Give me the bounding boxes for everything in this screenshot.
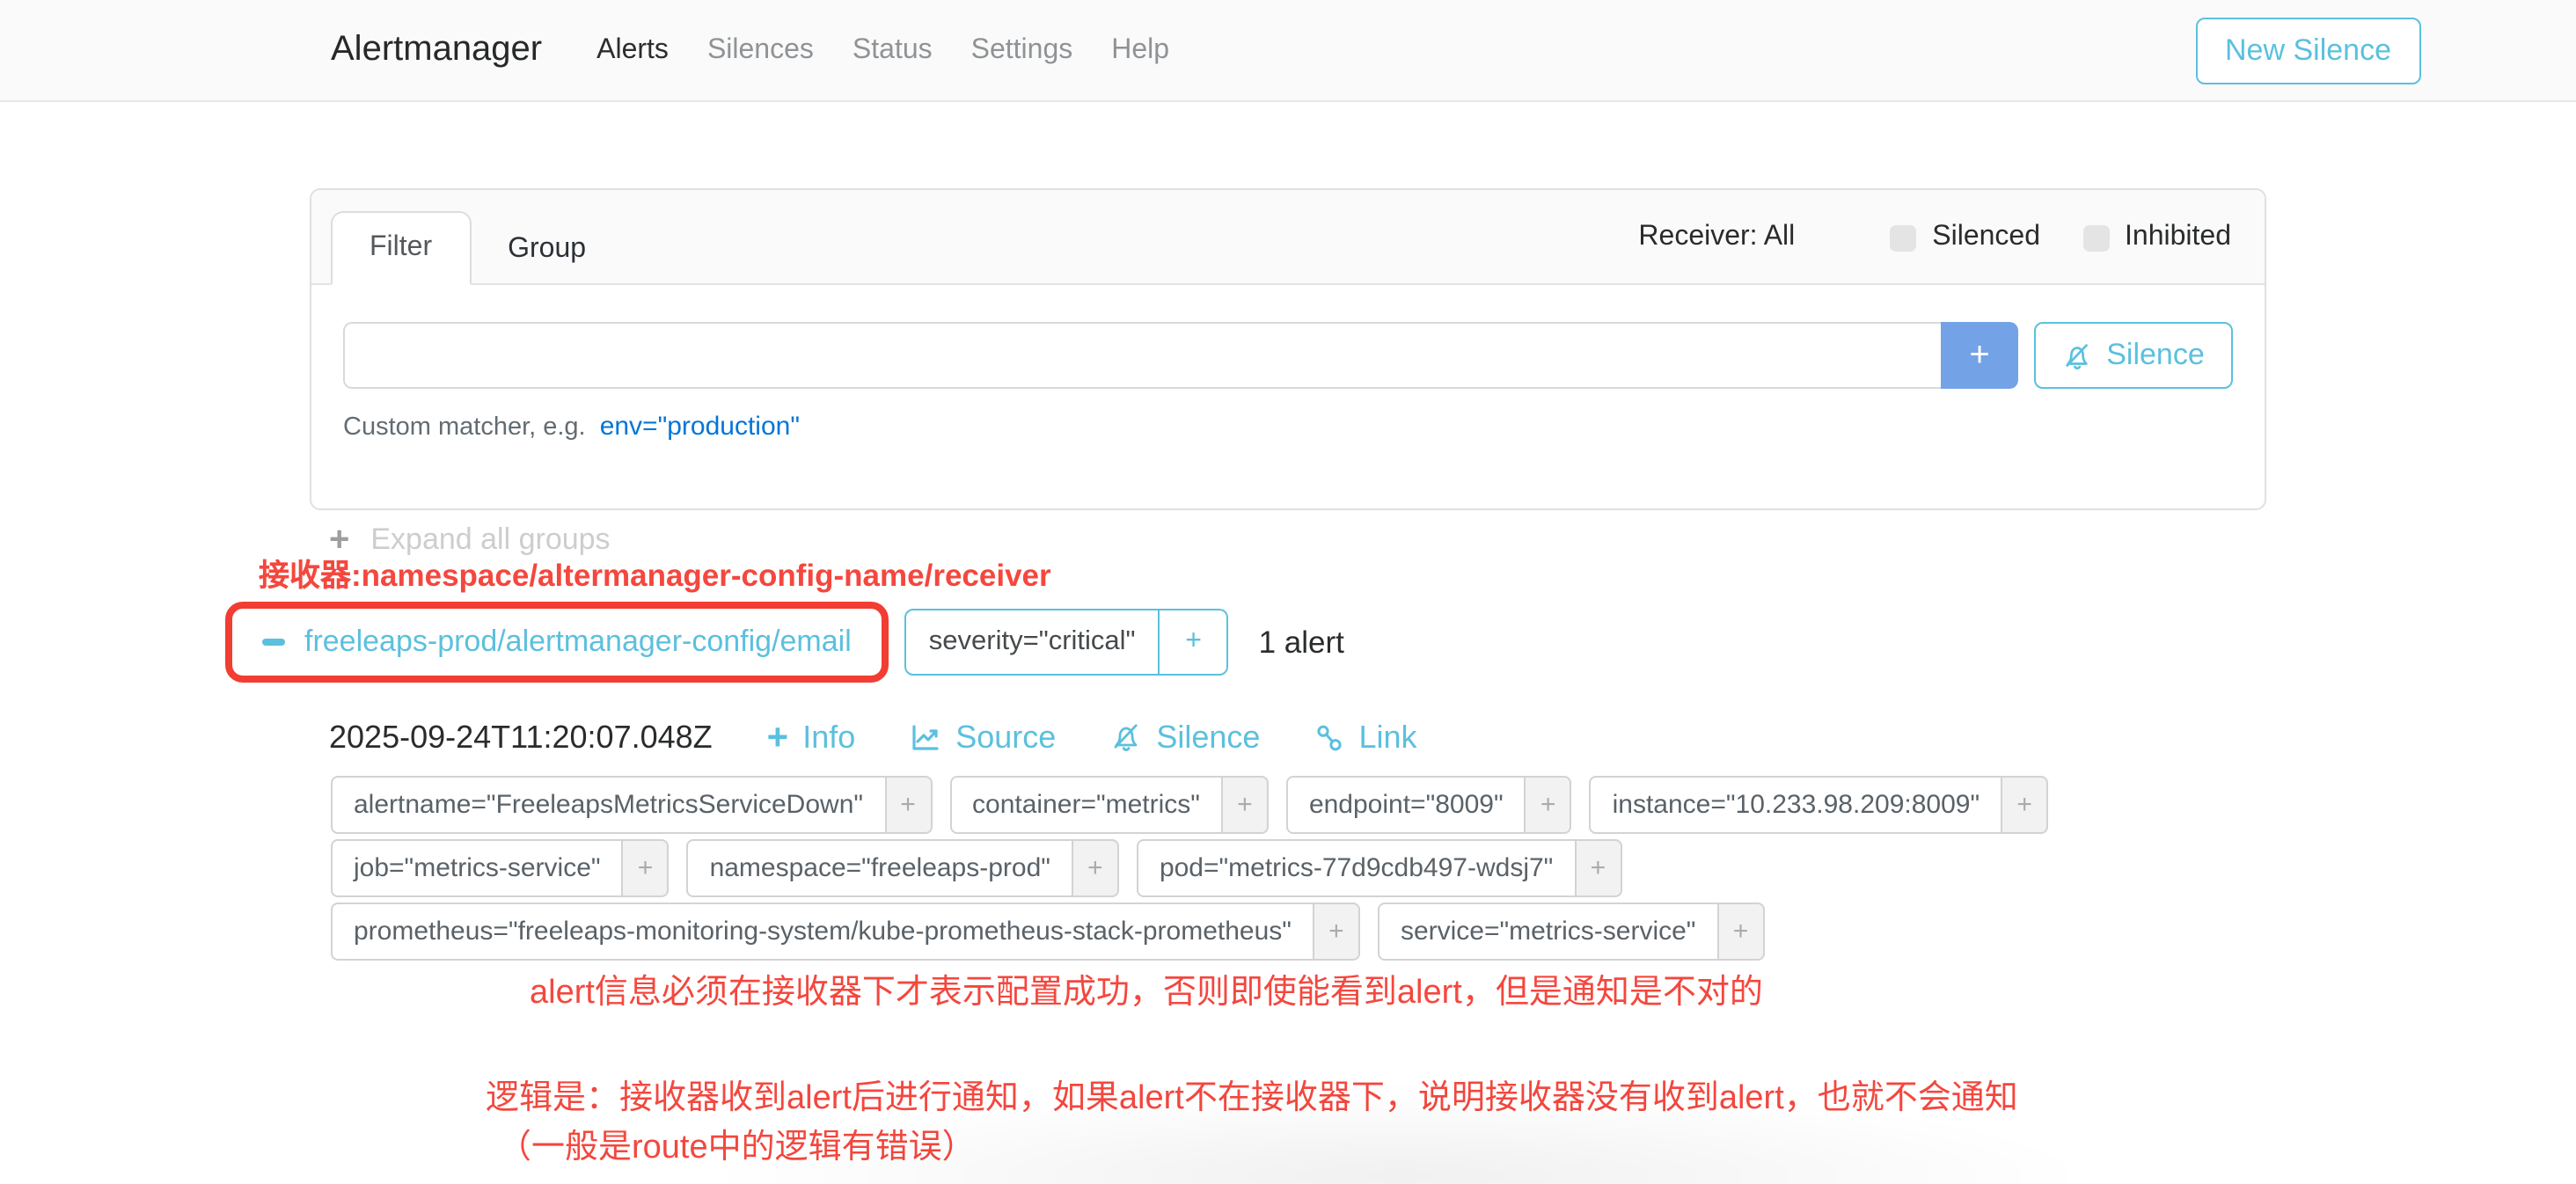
silence-button-label: Silence — [2106, 338, 2205, 373]
alert-group-header: freeleaps-prod/alertmanager-config/email… — [225, 602, 1344, 683]
nav-item-alerts[interactable]: Alerts — [577, 34, 688, 66]
label-button[interactable]: service="metrics-service" — [1378, 903, 1719, 961]
plus-icon: + — [2016, 790, 2032, 820]
new-silence-button[interactable]: New Silence — [2195, 17, 2421, 84]
alert-detail-row: 2025-09-24T11:20:07.048Z + Info Source — [329, 709, 1417, 765]
annotation-logic-note-line2: （一般是route中的逻辑有错误） — [498, 1121, 976, 1168]
tab-group[interactable]: Group — [471, 215, 623, 285]
collapse-minus-icon — [262, 640, 285, 646]
info-link[interactable]: + Info — [767, 719, 856, 756]
filter-options: Receiver: All Silenced Inhibited — [1638, 190, 2231, 285]
label-prometheus: prometheus="freeleaps-monitoring-system/… — [331, 903, 1360, 961]
label-alertname: alertname="FreeleapsMetricsServiceDown" … — [331, 776, 932, 834]
label-add-filter-button[interactable]: + — [1313, 903, 1360, 961]
group-matcher-buttons: severity="critical" + — [904, 609, 1229, 676]
source-link[interactable]: Source — [910, 719, 1056, 756]
navbar: Alertmanager Alerts Silences Status Sett… — [0, 0, 2576, 102]
bell-slash-icon — [2062, 340, 2092, 370]
add-matcher-button[interactable]: + — [1941, 322, 2018, 389]
annotation-receiver-note: 接收器:namespace/altermanager-config-name/r… — [259, 552, 1051, 596]
link-link-label: Link — [1358, 719, 1416, 756]
label-button[interactable]: namespace="freeleaps-prod" — [687, 839, 1073, 897]
silence-link-label: Silence — [1156, 719, 1260, 756]
annotation-logic-note-line1: 逻辑是：接收器收到alert后进行通知，如果alert不在接收器下，说明接收器没… — [486, 1071, 2018, 1119]
plus-icon: + — [1733, 917, 1749, 946]
alert-timestamp: 2025-09-24T11:20:07.048Z — [329, 719, 713, 756]
tab-filter[interactable]: Filter — [331, 211, 471, 285]
chart-line-icon — [910, 721, 941, 753]
matcher-input[interactable] — [343, 322, 1941, 389]
filter-panel-body: + Silence Custom matcher, e.g. env="prod… — [311, 285, 2265, 442]
group-matcher-add-button[interactable]: + — [1160, 609, 1229, 676]
info-link-label: Info — [802, 719, 855, 756]
label-endpoint: endpoint="8009" + — [1286, 776, 1572, 834]
annotation-highlight-box: freeleaps-prod/alertmanager-config/email — [225, 602, 889, 683]
matcher-hint: Custom matcher, e.g. env="production" — [343, 412, 2233, 442]
filter-panel-header: Filter Group Receiver: All Silenced Inhi… — [311, 190, 2265, 285]
checkbox-icon — [1890, 224, 1916, 251]
bell-slash-icon — [1110, 721, 1142, 753]
alert-labels: alertname="FreeleapsMetricsServiceDown" … — [331, 776, 2302, 966]
label-add-filter-button[interactable]: + — [2001, 776, 2048, 834]
plus-icon: + — [1591, 853, 1606, 883]
label-button[interactable]: pod="metrics-77d9cdb497-wdsj7" — [1137, 839, 1576, 897]
receiver-group-name: freeleaps-prod/alertmanager-config/email — [304, 625, 852, 660]
nav-links: Alerts Silences Status Settings Help — [577, 34, 1189, 66]
link-link[interactable]: Link — [1314, 719, 1416, 756]
plus-icon: + — [638, 853, 654, 883]
nav-item-silences[interactable]: Silences — [688, 34, 833, 66]
plus-icon: + — [900, 790, 916, 820]
nav-item-status[interactable]: Status — [833, 34, 952, 66]
brand[interactable]: Alertmanager — [331, 30, 542, 70]
silenced-checkbox[interactable]: Silenced — [1890, 222, 2040, 253]
label-button[interactable]: job="metrics-service" — [331, 839, 624, 897]
label-button[interactable]: prometheus="freeleaps-monitoring-system/… — [331, 903, 1314, 961]
label-button[interactable]: instance="10.233.98.209:8009" — [1590, 776, 2003, 834]
hint-text: Custom matcher, e.g. — [343, 413, 586, 442]
checkbox-icon — [2082, 224, 2109, 251]
group-matcher-button[interactable]: severity="critical" — [904, 609, 1160, 676]
label-button[interactable]: alertname="FreeleapsMetricsServiceDown" — [331, 776, 886, 834]
hint-example-link[interactable]: env="production" — [600, 412, 800, 442]
plus-icon: + — [1969, 335, 1989, 374]
silence-filter-button[interactable]: Silence — [2034, 322, 2233, 389]
plus-icon: + — [1237, 790, 1253, 820]
label-button[interactable]: container="metrics" — [949, 776, 1223, 834]
label-pod: pod="metrics-77d9cdb497-wdsj7" + — [1137, 839, 1621, 897]
label-add-filter-button[interactable]: + — [1072, 839, 1119, 897]
link-icon — [1314, 722, 1344, 752]
receiver-group-link[interactable]: freeleaps-prod/alertmanager-config/email — [262, 625, 852, 660]
label-add-filter-button[interactable]: + — [1525, 776, 1572, 834]
label-add-filter-button[interactable]: + — [884, 776, 932, 834]
silence-link[interactable]: Silence — [1110, 719, 1260, 756]
label-namespace: namespace="freeleaps-prod" + — [687, 839, 1119, 897]
nav-item-settings[interactable]: Settings — [952, 34, 1093, 66]
receiver-filter-label[interactable]: Receiver: All — [1638, 222, 1795, 253]
plus-icon: + — [1185, 626, 1202, 658]
inhibited-checkbox-label: Inhibited — [2125, 222, 2231, 253]
nav-item-help[interactable]: Help — [1092, 34, 1189, 66]
alertmanager-page: Alertmanager Alerts Silences Status Sett… — [0, 0, 2576, 1184]
label-add-filter-button[interactable]: + — [1221, 776, 1269, 834]
label-button[interactable]: endpoint="8009" — [1286, 776, 1526, 834]
silenced-checkbox-label: Silenced — [1932, 222, 2040, 253]
label-job: job="metrics-service" + — [331, 839, 670, 897]
label-add-filter-button[interactable]: + — [1574, 839, 1621, 897]
plus-icon: + — [1087, 853, 1103, 883]
label-instance: instance="10.233.98.209:8009" + — [1590, 776, 2049, 834]
inhibited-checkbox[interactable]: Inhibited — [2082, 222, 2231, 253]
plus-icon: + — [1540, 790, 1556, 820]
alert-count: 1 alert — [1259, 624, 1344, 661]
plus-icon: + — [767, 719, 789, 756]
annotation-alert-note: alert信息必须在接收器下才表示配置成功，否则即使能看到alert，但是通知是… — [530, 966, 1763, 1013]
source-link-label: Source — [955, 719, 1056, 756]
label-add-filter-button[interactable]: + — [1716, 903, 1764, 961]
plus-icon: + — [1328, 917, 1344, 946]
tab-bar: Filter Group — [331, 211, 623, 285]
label-container: container="metrics" + — [949, 776, 1269, 834]
label-service: service="metrics-service" + — [1378, 903, 1765, 961]
filter-panel: Filter Group Receiver: All Silenced Inhi… — [310, 188, 2266, 510]
label-add-filter-button[interactable]: + — [622, 839, 670, 897]
